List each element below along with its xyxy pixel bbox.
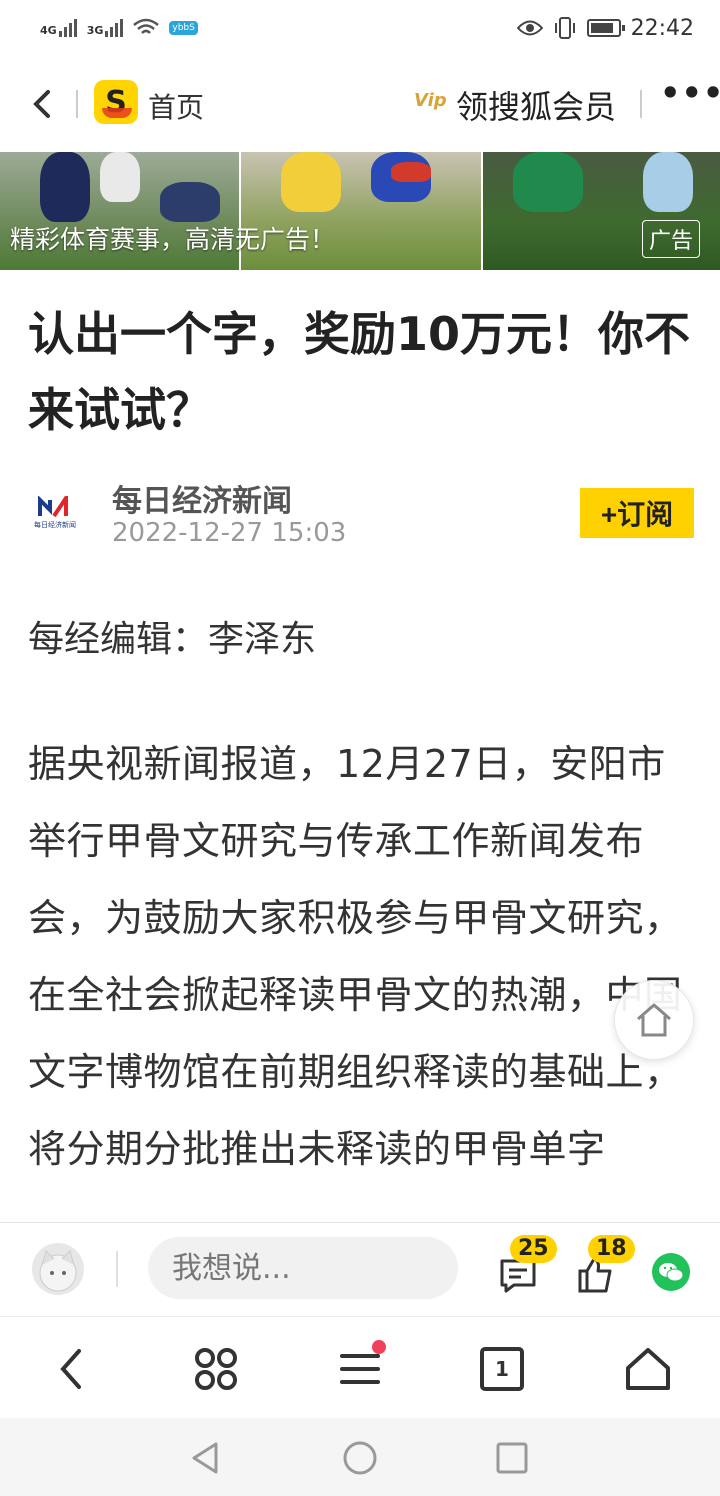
member-link[interactable]: 领搜狐会员: [456, 82, 616, 128]
nav-divider: [76, 90, 78, 118]
system-home-icon[interactable]: [342, 1440, 378, 1476]
browser-tabs-button[interactable]: 1: [472, 1339, 532, 1399]
wechat-glyph-icon: [659, 1263, 684, 1282]
ad-banner[interactable]: 精彩体育赛事，高清无广告！ 广告: [0, 152, 720, 270]
article-title: 认出一个字，奖励10万元！你不来试试？: [28, 307, 691, 437]
home-link[interactable]: 首页: [148, 86, 204, 126]
comment-bar-divider: [116, 1251, 118, 1287]
source-logo[interactable]: 每日经济新闻: [30, 490, 80, 530]
like-count-badge: 18: [588, 1235, 635, 1263]
ad-text: 精彩体育赛事，高清无广告！: [10, 225, 336, 254]
battery-icon: [586, 19, 625, 37]
avatar[interactable]: [32, 1243, 84, 1295]
subscribe-button[interactable]: +订阅: [580, 488, 694, 538]
tab-count: 1: [495, 1357, 509, 1381]
top-nav: S 首页 Vip 领搜狐会员 •••: [0, 56, 720, 152]
more-dots-icon[interactable]: •••: [660, 74, 720, 112]
vip-tag: Vip: [414, 90, 447, 111]
comment-count-badge: 25: [510, 1235, 557, 1263]
comment-input[interactable]: [148, 1237, 458, 1299]
chevron-left-icon: [60, 1349, 81, 1389]
menu-icon: [340, 1354, 380, 1384]
source-logo-text: 每日经济新闻: [34, 521, 76, 529]
app-badge: ybbS: [169, 21, 198, 35]
apps-knot-icon: [195, 1348, 237, 1390]
system-back-icon[interactable]: [188, 1440, 224, 1476]
eye-icon: [516, 20, 543, 36]
wifi-icon: [133, 18, 160, 34]
vibrate-icon: [554, 17, 575, 39]
chevron-left-icon[interactable]: [26, 86, 58, 122]
publish-time: 2022-12-27 15:03: [112, 518, 347, 548]
status-left: 4G 3G ybbS: [40, 18, 198, 38]
status-time: 22:42: [630, 15, 694, 41]
nbd-logo-icon: [38, 496, 68, 518]
nav-divider-2: [640, 90, 642, 118]
browser-apps-button[interactable]: [186, 1339, 246, 1399]
floating-home-button[interactable]: [614, 980, 694, 1060]
browser-home-button[interactable]: [618, 1339, 678, 1399]
source-name[interactable]: 每日经济新闻: [112, 476, 292, 520]
menu-notification-dot: [372, 1340, 386, 1354]
browser-back-button[interactable]: [42, 1339, 102, 1399]
ad-badge: 广告: [641, 220, 700, 258]
home-outline-icon: [637, 1003, 671, 1037]
home-icon: [626, 1348, 670, 1390]
editor-line: 每经编辑：李泽东: [28, 619, 317, 660]
wechat-share-icon[interactable]: [652, 1253, 690, 1291]
status-right: 22:42: [516, 15, 694, 41]
sohu-logo[interactable]: S: [94, 80, 138, 124]
status-bar: 4G 3G ybbS 22:42: [0, 0, 720, 56]
cat-avatar-icon: [39, 1250, 77, 1292]
system-recents-icon[interactable]: [494, 1440, 530, 1476]
browser-toolbar: 1: [0, 1316, 720, 1418]
signal-icon-2: 3G: [87, 19, 124, 37]
article-body: 据央视新闻报道，12月27日，安阳市举行甲骨文研究与传承工作新闻发布会，为鼓励大…: [28, 742, 683, 1171]
system-nav-bar: [0, 1418, 720, 1496]
signal-icon: 4G: [40, 19, 77, 37]
comment-bar: 25 18: [0, 1222, 720, 1314]
